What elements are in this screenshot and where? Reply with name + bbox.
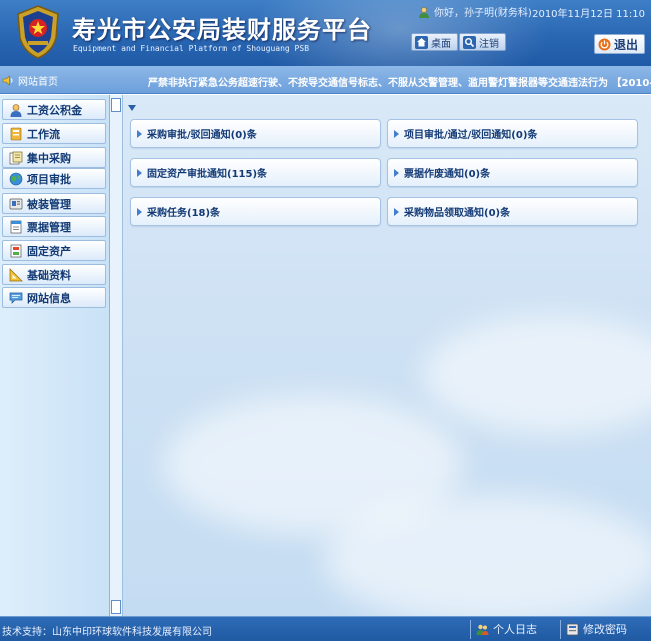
user-greeting: 你好，孙子明(财务科) [434, 8, 532, 19]
uniform-icon [9, 198, 23, 209]
sidebar-item-label: 固定资产 [27, 244, 71, 258]
notice-card-asset-approval[interactable]: 固定资产审批通知(115)条 [130, 158, 381, 187]
user-icon [419, 6, 429, 18]
sidebar-item-label: 基础资料 [27, 268, 71, 282]
personal-log-link[interactable]: 个人日志 [476, 621, 537, 637]
sidebar-item-project-approval[interactable]: 项目审批 [2, 168, 106, 189]
arrow-right-icon [137, 207, 142, 216]
password-icon [566, 623, 579, 635]
notice-card-label: 固定资产审批通知(115)条 [147, 169, 268, 180]
desktop-button-label: 桌面 [431, 38, 451, 50]
chat-icon [9, 292, 23, 304]
sidebar-item-label: 票据管理 [27, 220, 71, 234]
sidebar-item-receipt-management[interactable]: 票据管理 [2, 216, 106, 237]
arrow-right-icon [394, 207, 399, 216]
sidebar-item-workflow[interactable]: 工作流 [2, 123, 106, 144]
notice-card-label: 采购审批/驳回通知(0)条 [147, 130, 257, 141]
search-icon [463, 35, 476, 49]
sidebar-item-label: 工作流 [27, 127, 60, 141]
sidebar-item-label: 网站信息 [27, 291, 71, 305]
tech-support-text: 技术支持：山东中印环球软件科技发展有限公司 [2, 627, 212, 638]
sidebar-item-central-purchase[interactable]: 集中采购 [2, 147, 106, 168]
arrow-right-icon [137, 129, 142, 138]
notice-card-label: 采购任务(18)条 [147, 208, 221, 219]
collapse-arrow-icon[interactable] [128, 105, 136, 111]
sidebar-item-label: 集中采购 [27, 151, 71, 165]
footer-divider [560, 620, 561, 639]
user-info: 你好，孙子明(财务科) [418, 4, 532, 19]
sidebar-item-fixed-assets[interactable]: 固定资产 [2, 240, 106, 261]
power-icon [598, 38, 611, 50]
footer-divider [470, 620, 471, 639]
site-home-link[interactable]: 网站首页 [2, 73, 58, 88]
person-icon [10, 103, 22, 117]
sidebar: 工资公积金 工作流 集中采购 项目审批 被装管理 票据管理 固定资产 基础资料 … [0, 95, 110, 616]
notice-bar: 网站首页 严禁非执行紧急公务超速行驶、不按导交通信号标志、不服从交警管理、滥用警… [0, 66, 651, 94]
splitter-bottom-handle[interactable] [111, 600, 121, 614]
exit-button-label: 退出 [613, 37, 638, 52]
workflow-icon [10, 127, 22, 140]
sidebar-item-site-info[interactable]: 网站信息 [2, 287, 106, 308]
sidebar-item-uniform-management[interactable]: 被装管理 [2, 193, 106, 214]
notice-card-label: 票据作废通知(0)条 [404, 169, 491, 180]
people-icon [476, 624, 489, 635]
background-cloud [423, 315, 651, 435]
sidebar-item-basic-data[interactable]: 基础资料 [2, 264, 106, 285]
arrow-right-icon [137, 168, 142, 177]
sound-icon [2, 75, 13, 86]
sidebar-item-label: 工资公积金 [27, 103, 82, 117]
personal-log-label: 个人日志 [493, 623, 537, 636]
arrow-right-icon [394, 168, 399, 177]
main-content: 采购审批/驳回通知(0)条 项目审批/通过/驳回通知(0)条 固定资产审批通知(… [123, 95, 651, 616]
notice-card-project-approval[interactable]: 项目审批/通过/驳回通知(0)条 [387, 119, 638, 148]
notice-card-label: 采购物品领取通知(0)条 [404, 208, 511, 219]
change-password-label: 修改密码 [583, 623, 627, 636]
notice-card-item-pickup[interactable]: 采购物品领取通知(0)条 [387, 197, 638, 226]
sidebar-item-label: 被装管理 [27, 197, 71, 211]
sidebar-item-payroll[interactable]: 工资公积金 [2, 99, 106, 120]
police-emblem-icon [17, 5, 59, 59]
notice-card-label: 项目审批/通过/驳回通知(0)条 [404, 130, 538, 141]
splitter-top-handle[interactable] [111, 98, 121, 112]
logout-button[interactable]: 注销 [459, 33, 506, 51]
asset-icon [10, 244, 22, 257]
scrolling-notice: 严禁非执行紧急公务超速行驶、不按导交通信号标志、不服从交警管理、滥用警灯警报器等… [148, 78, 651, 89]
logout-button-label: 注销 [479, 38, 499, 50]
app-subtitle: Equipment and Financial Platform of Shou… [73, 44, 310, 53]
notice-card-purchase-approval[interactable]: 采购审批/驳回通知(0)条 [130, 119, 381, 148]
purchase-icon [9, 151, 23, 164]
current-datetime: 2010年11月12日 11:10 [532, 9, 645, 20]
site-home-label: 网站首页 [18, 77, 58, 88]
change-password-link[interactable]: 修改密码 [566, 621, 627, 637]
app-title: 寿光市公安局装财服务平台 [72, 15, 372, 44]
desktop-button[interactable]: 桌面 [411, 33, 458, 51]
app-header: 寿光市公安局装财服务平台 Equipment and Financial Pla… [0, 0, 651, 66]
sidebar-splitter[interactable] [110, 95, 123, 616]
arrow-right-icon [394, 129, 399, 138]
receipt-icon [10, 220, 22, 233]
app-footer: 技术支持：山东中印环球软件科技发展有限公司 个人日志 修改密码 [0, 616, 651, 641]
globe-icon [9, 172, 23, 185]
notice-card-receipt-void[interactable]: 票据作废通知(0)条 [387, 158, 638, 187]
ruler-icon [9, 267, 23, 281]
exit-button[interactable]: 退出 [593, 34, 645, 54]
home-icon [415, 35, 428, 49]
background-cloud [323, 495, 651, 616]
sidebar-item-label: 项目审批 [27, 172, 71, 186]
notice-card-purchase-tasks[interactable]: 采购任务(18)条 [130, 197, 381, 226]
